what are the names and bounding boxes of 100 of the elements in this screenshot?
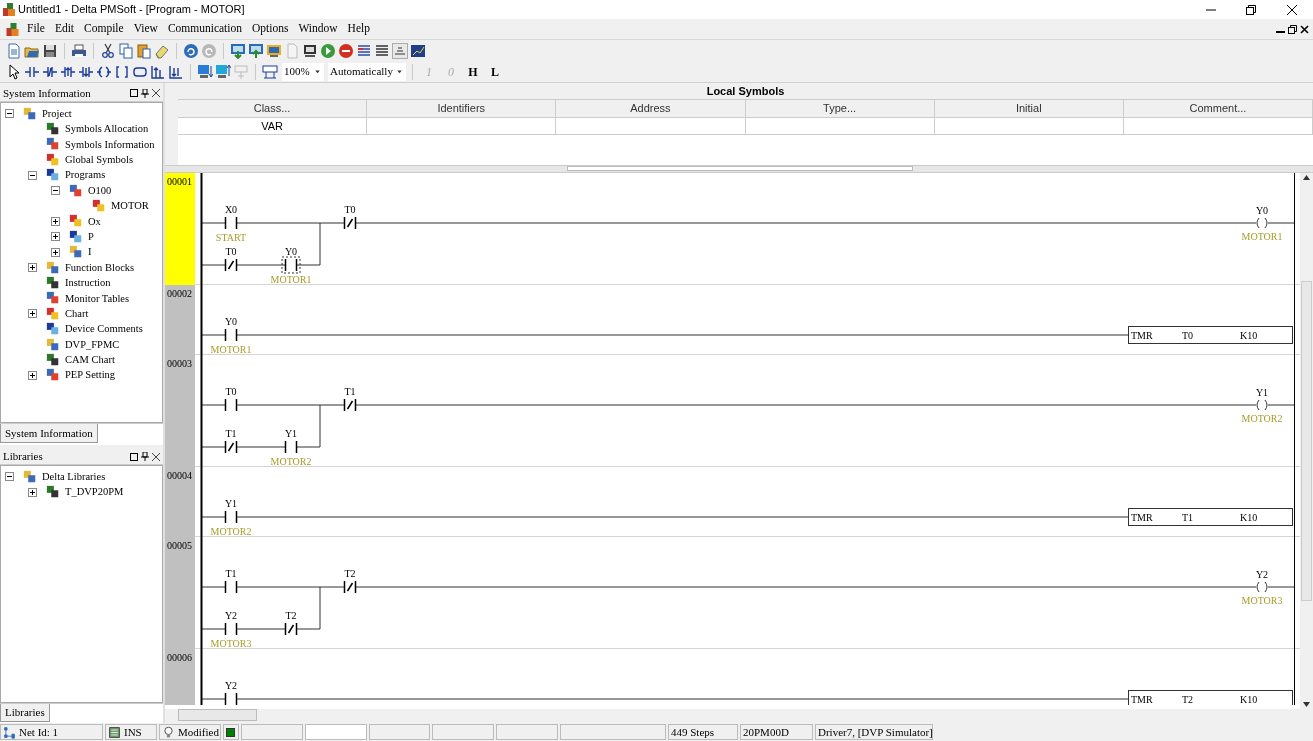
tree-toggle-icon[interactable] <box>51 247 60 257</box>
tree-item[interactable]: Function Blocks <box>64 259 136 276</box>
nc-contact-symbol[interactable] <box>343 398 357 412</box>
list-icon[interactable] <box>374 42 390 59</box>
bracket-icon[interactable] <box>114 63 130 80</box>
save-icon[interactable] <box>42 42 58 59</box>
tree-item[interactable]: Delta Libraries <box>41 468 107 485</box>
transfer-icon[interactable] <box>197 63 213 80</box>
tree-item[interactable]: Instruction <box>64 275 112 291</box>
network-icon[interactable] <box>262 63 278 80</box>
undo-icon[interactable] <box>183 42 199 59</box>
table-cell[interactable] <box>1123 118 1313 135</box>
coil-symbol[interactable] <box>1256 217 1268 229</box>
upload-icon[interactable] <box>248 42 264 59</box>
table-cell[interactable]: VAR <box>178 118 368 135</box>
menu-item[interactable]: Compile <box>79 20 129 38</box>
rung-number-cell[interactable] <box>165 173 195 285</box>
window-icon[interactable] <box>130 89 138 97</box>
tree-item[interactable]: P <box>87 228 95 245</box>
coil-symbol[interactable] <box>1256 581 1268 593</box>
nc-contact-symbol[interactable] <box>284 622 298 636</box>
pin-icon[interactable] <box>141 88 149 98</box>
window-icon[interactable] <box>130 452 138 461</box>
run-icon[interactable] <box>320 42 336 59</box>
restore-icon[interactable] <box>1288 24 1297 34</box>
rung-number-cell[interactable] <box>165 285 195 355</box>
menu-item[interactable]: File <box>22 20 50 38</box>
menu-item[interactable]: Help <box>342 20 375 38</box>
scroll-thumb[interactable] <box>178 709 257 721</box>
nc-contact-symbol[interactable] <box>343 580 357 594</box>
column-header[interactable]: Comment... <box>1123 100 1313 118</box>
column-header[interactable]: Address <box>556 100 746 118</box>
tree-toggle-icon[interactable] <box>5 472 14 482</box>
tree-toggle-icon[interactable] <box>28 170 37 180</box>
tree-item[interactable]: Programs <box>64 167 107 184</box>
instruction-block[interactable] <box>1128 508 1293 526</box>
vertical-line-up-icon[interactable] <box>150 63 166 80</box>
tree-toggle-icon[interactable] <box>28 487 37 497</box>
tree-toggle-icon[interactable] <box>28 370 37 380</box>
menu-item[interactable]: Options <box>247 20 294 38</box>
tree-item[interactable]: DVP_FPMC <box>64 336 121 353</box>
tree-toggle-icon[interactable] <box>51 186 60 196</box>
download-icon[interactable] <box>230 42 246 59</box>
table-cell[interactable] <box>367 118 557 135</box>
copy-icon[interactable] <box>118 42 134 59</box>
stop-icon[interactable] <box>338 42 354 59</box>
transfer-icon[interactable] <box>215 63 231 80</box>
menu-item[interactable]: View <box>128 20 163 38</box>
instruction-block[interactable] <box>1128 690 1293 705</box>
menu-item[interactable]: Communication <box>162 20 247 38</box>
panel-tab[interactable]: System Information <box>0 424 98 443</box>
contact-symbol[interactable] <box>224 216 238 230</box>
coil-icon[interactable] <box>96 63 112 80</box>
tree-item[interactable]: Project <box>41 105 73 122</box>
toolbar-button[interactable]: L <box>485 62 505 81</box>
tree-toggle-icon[interactable] <box>51 232 60 242</box>
toolbar-button[interactable]: H <box>463 62 483 81</box>
dropdown[interactable]: 100% <box>282 62 324 81</box>
nc-contact-symbol[interactable] <box>224 258 238 272</box>
monitor-icon[interactable] <box>266 42 282 59</box>
column-header[interactable]: Class... <box>178 100 368 118</box>
nc-contact-symbol[interactable] <box>343 216 357 230</box>
coil-symbol[interactable] <box>1256 399 1268 411</box>
tree-toggle-icon[interactable] <box>5 109 14 119</box>
contact-symbol[interactable] <box>224 692 238 705</box>
screen-icon[interactable] <box>302 42 318 59</box>
tree-item[interactable]: Symbols Information <box>64 136 156 153</box>
close-icon[interactable] <box>1300 24 1309 34</box>
pin-icon[interactable] <box>141 452 149 461</box>
tree-item[interactable]: MOTOR <box>110 198 150 214</box>
tree-toggle-icon[interactable] <box>28 263 37 273</box>
tree-item[interactable]: PEP Setting <box>64 367 117 384</box>
vertical-line-down-icon[interactable] <box>168 63 184 80</box>
contact-symbol[interactable] <box>224 622 238 636</box>
contact-symbol[interactable] <box>224 398 238 412</box>
list-icon[interactable] <box>356 42 372 59</box>
contact-symbol[interactable] <box>284 440 298 454</box>
chart-icon[interactable] <box>410 42 426 59</box>
tree-item[interactable]: I <box>87 244 93 261</box>
scroll-thumb[interactable] <box>1301 281 1312 601</box>
tree-item[interactable]: Ox <box>87 213 102 230</box>
close-icon[interactable] <box>152 452 160 461</box>
tree-item[interactable]: Symbols Allocation <box>64 121 150 137</box>
rung-number-cell[interactable] <box>165 649 195 705</box>
table-cell[interactable] <box>934 118 1124 135</box>
column-header[interactable]: Initial <box>934 100 1124 118</box>
tree-item[interactable]: Global Symbols <box>64 152 134 168</box>
scroll-up-icon[interactable] <box>1303 175 1310 180</box>
table-cell[interactable] <box>745 118 935 135</box>
contact-symbol[interactable] <box>224 510 238 524</box>
dropdown[interactable]: Automatically <box>328 62 406 81</box>
menu-item[interactable]: Window <box>293 20 343 38</box>
contact-symbol[interactable] <box>224 580 238 594</box>
tree-item[interactable]: O100 <box>87 182 113 199</box>
column-header[interactable]: Type... <box>745 100 935 118</box>
tree-item[interactable]: Device Comments <box>64 321 144 338</box>
contact-symbol[interactable] <box>224 328 238 342</box>
paste-icon[interactable] <box>136 42 152 59</box>
panel-tab[interactable]: Libraries <box>0 704 50 722</box>
tree-item[interactable]: T_DVP20PM <box>64 484 125 500</box>
